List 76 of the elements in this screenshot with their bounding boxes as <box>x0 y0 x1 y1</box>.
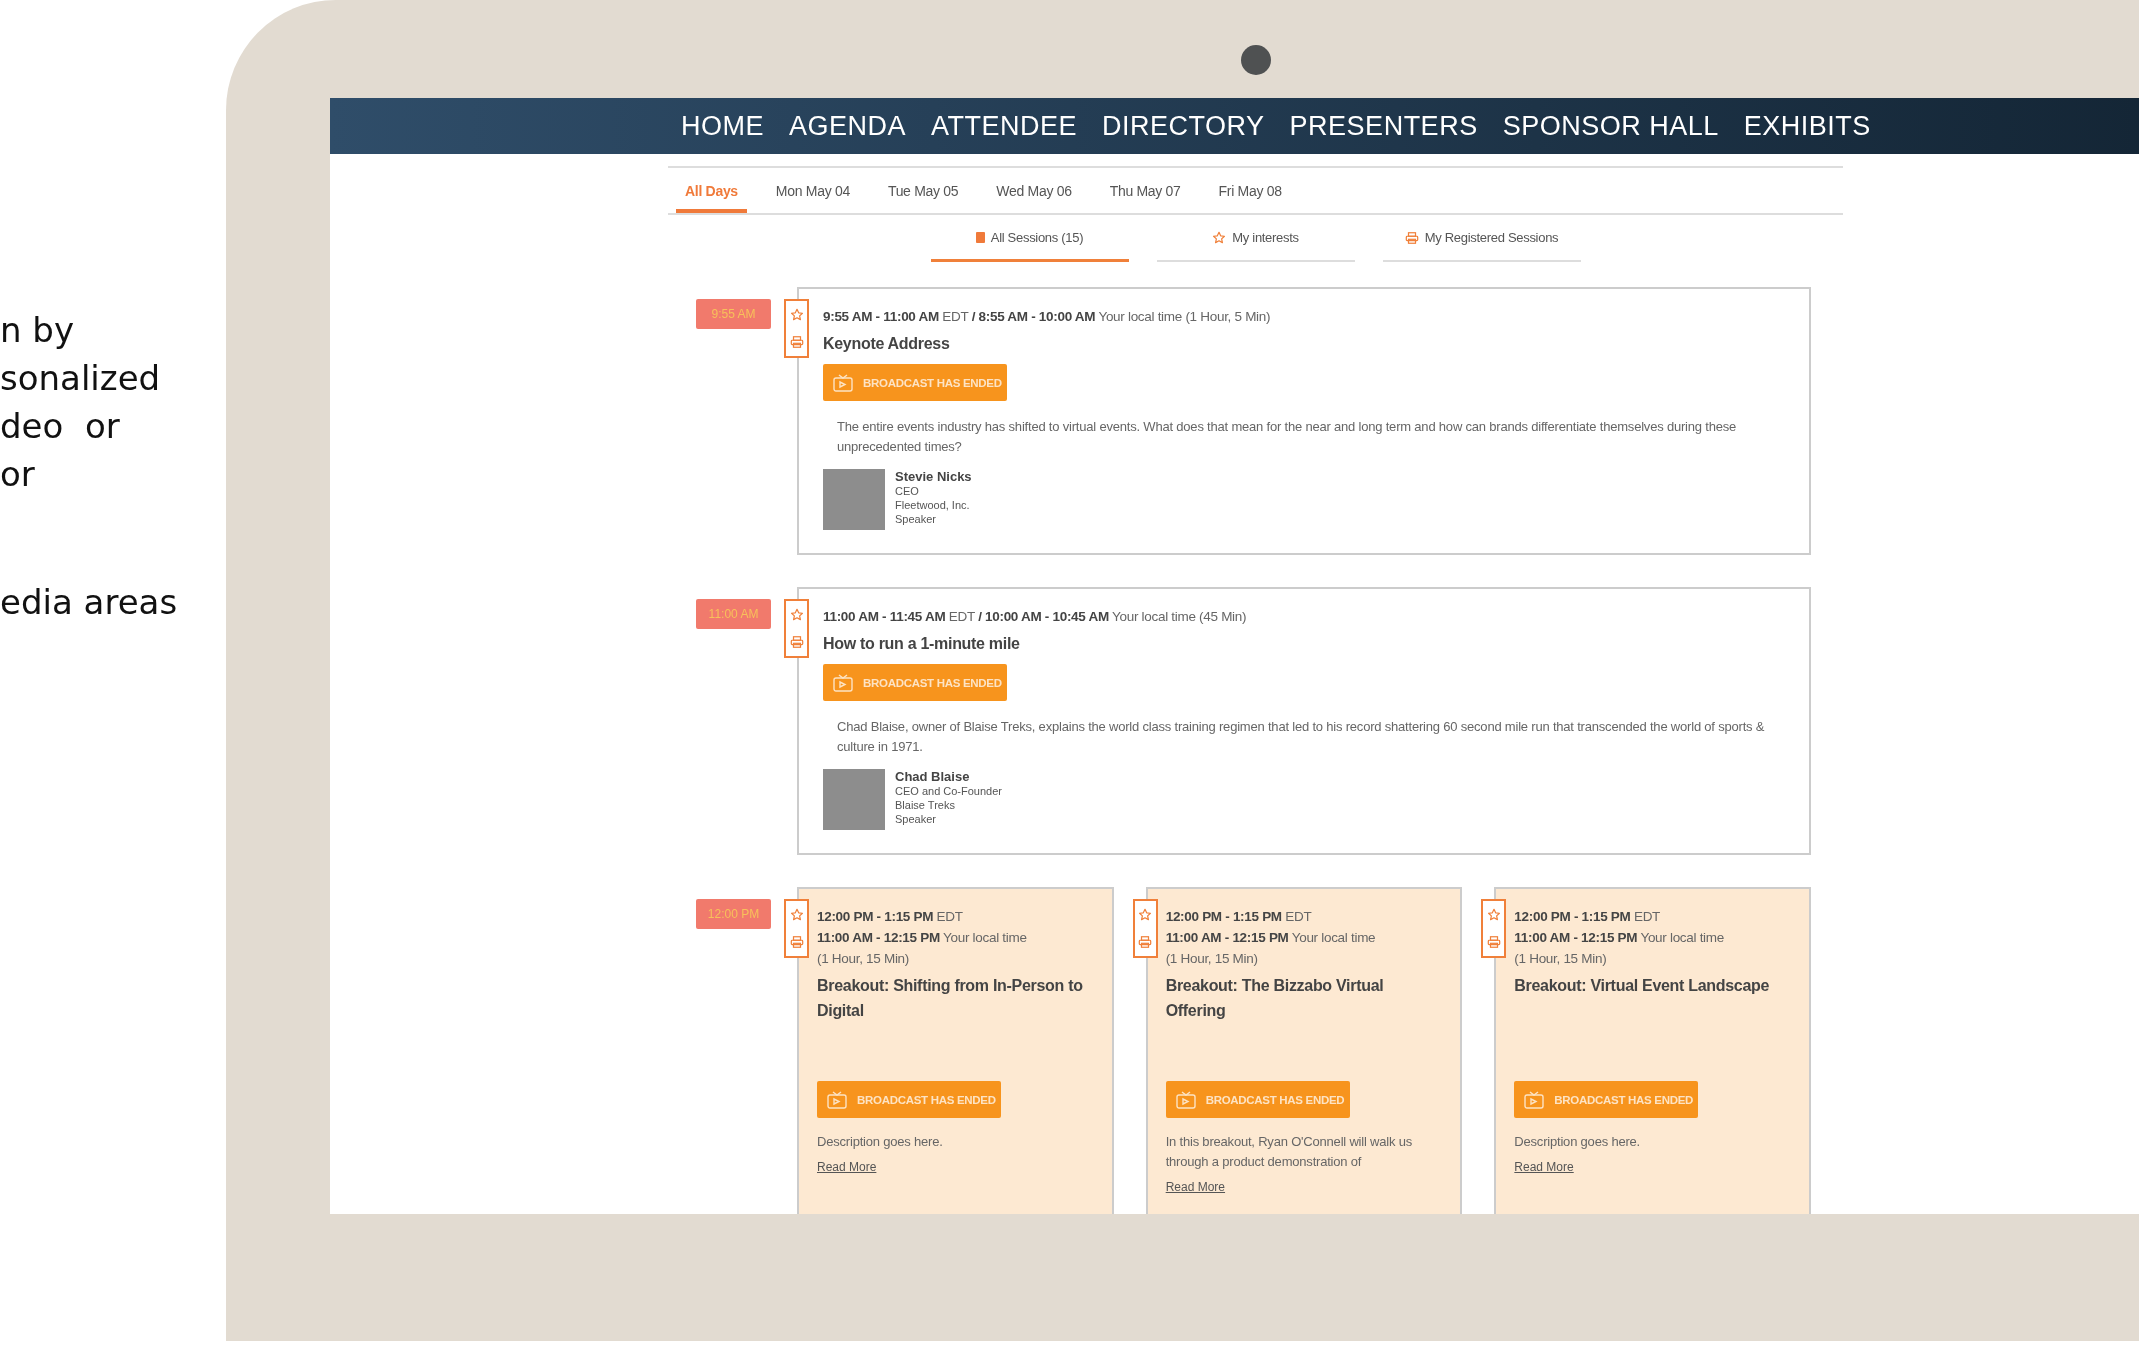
session-description: Description goes here. <box>1514 1133 1641 1151</box>
day-tab[interactable]: Wed May 06 <box>987 168 1081 213</box>
session-description: Chad Blaise, owner of Blaise Treks, explains the world class training regimen that led to his record shattering 60 second mile run that transcended the world of sports & culture in 1971. <box>837 718 1766 756</box>
nav-link[interactable]: HOME <box>681 110 764 142</box>
star-icon[interactable] <box>1138 907 1153 922</box>
side-text-line: n by <box>0 309 75 352</box>
printer-icon[interactable] <box>789 935 804 950</box>
session-time: 12:00 PM - 1:15 PM EDT <box>1514 908 1662 926</box>
speaker-detail: CEO <box>895 484 920 498</box>
book-icon <box>975 231 985 243</box>
tv-icon <box>833 373 853 392</box>
session-time: 12:00 PM - 1:15 PM EDT <box>1165 908 1313 926</box>
camera-dot <box>1241 45 1271 75</box>
speaker-name[interactable]: Stevie Nicks <box>895 469 972 484</box>
session-title[interactable]: Breakout: Virtual Event Landscape <box>1514 973 1789 1073</box>
speaker-detail: Speaker <box>895 512 937 526</box>
read-more-link[interactable]: Read More <box>1165 1180 1226 1194</box>
side-text-line: deo or <box>0 405 120 448</box>
session-time: (1 Hour, 15 Min) <box>1514 950 1608 968</box>
speaker-detail: CEO and Co-Founder <box>895 784 1002 798</box>
session-time: 9:55 AM - 11:00 AM EDT / 8:55 AM - 10:00 AM Your local time (1 Hour, 5 Min) <box>823 308 1272 326</box>
session-description: Description goes here. <box>817 1133 944 1151</box>
tv-icon <box>1524 1090 1545 1109</box>
photo-placeholder <box>823 769 885 830</box>
session-time: 11:00 AM - 12:15 PM Your local time <box>817 929 1028 947</box>
printer-icon[interactable] <box>789 635 804 650</box>
star-icon[interactable] <box>789 307 804 322</box>
session-title[interactable]: How to run a 1-minute mile <box>823 631 1789 656</box>
nav-link[interactable]: EXHIBITS <box>1743 110 1871 142</box>
printer-icon[interactable] <box>789 335 804 350</box>
photo-placeholder <box>823 469 885 530</box>
time-badge: 9:55 AM <box>696 299 771 329</box>
session-description: The entire events industry has shifted to virtual events. What does that mean for the near and long term and how can brands differentiate themselves during these unprecedented times? <box>837 418 1738 456</box>
speaker-detail: Blaise Treks <box>895 798 956 812</box>
session-time: 11:00 AM - 12:15 PM Your local time <box>1165 929 1377 947</box>
star-icon[interactable] <box>1212 230 1227 245</box>
speaker-detail: Speaker <box>895 812 937 826</box>
session-time: 12:00 PM - 1:15 PM EDT <box>817 908 964 926</box>
session-description: In this breakout, Ryan O'Connell will walk us through a product demonstration of <box>1165 1133 1414 1171</box>
nav-link[interactable]: PRESENTERS <box>1289 110 1478 142</box>
star-icon[interactable] <box>789 907 804 922</box>
day-tab[interactable]: Tue May 05 <box>878 168 968 213</box>
nav-link[interactable]: SPONSOR HALL <box>1502 110 1719 142</box>
speaker-detail: Fleetwood, Inc. <box>895 498 971 512</box>
tv-icon <box>1175 1090 1196 1109</box>
session-tab[interactable]: My Registered Sessions <box>1382 215 1581 262</box>
tv-icon <box>833 673 853 692</box>
nav-link[interactable]: ATTENDEE <box>931 110 1078 142</box>
side-text-line: or <box>0 453 35 496</box>
session-title[interactable]: Keynote Address <box>823 331 1789 356</box>
session-time: (1 Hour, 15 Min) <box>1165 950 1259 968</box>
read-more-link[interactable]: Read More <box>817 1160 877 1174</box>
session-time: 11:00 AM - 12:15 PM Your local time <box>1514 929 1725 947</box>
day-tab[interactable]: Thu May 07 <box>1100 168 1190 213</box>
day-tab[interactable]: Fri May 08 <box>1209 168 1291 213</box>
nav-link[interactable]: DIRECTORY <box>1102 110 1265 142</box>
tv-icon <box>827 1090 847 1109</box>
printer-icon[interactable] <box>1486 935 1501 950</box>
printer-icon[interactable] <box>1404 230 1419 245</box>
session-title[interactable]: Breakout: The Bizzabo Virtual Offering <box>1165 973 1441 1073</box>
session-time: 11:00 AM - 11:45 AM EDT / 10:00 AM - 10:45 AM Your local time (45 Min) <box>823 608 1248 626</box>
read-more-link[interactable]: Read More <box>1514 1160 1574 1174</box>
side-text-line: edia areas <box>0 581 178 624</box>
session-tab[interactable]: All Sessions (15) <box>930 215 1129 262</box>
star-icon[interactable] <box>1486 907 1501 922</box>
side-text-line: sonalized <box>0 357 161 400</box>
session-time: (1 Hour, 15 Min) <box>817 950 910 968</box>
speaker-name[interactable]: Chad Blaise <box>895 769 1002 784</box>
time-badge: 11:00 AM <box>696 599 771 629</box>
session-title[interactable]: Breakout: Shifting from In-Person to Digital <box>817 973 1092 1073</box>
time-badge: 12:00 PM <box>696 899 771 929</box>
star-icon[interactable] <box>789 607 804 622</box>
day-tab[interactable]: Mon May 04 <box>766 168 859 213</box>
nav-link[interactable]: AGENDA <box>789 110 907 142</box>
printer-icon[interactable] <box>1138 935 1153 950</box>
session-tab[interactable]: My interests <box>1156 215 1355 262</box>
